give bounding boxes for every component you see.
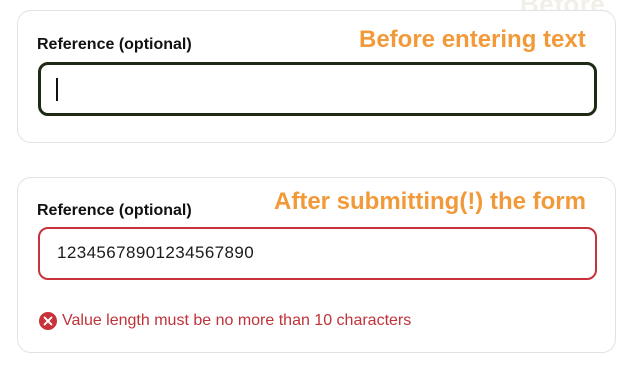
card-after-submitting: Reference (optional) After submitting(!)… [17, 177, 616, 353]
error-text: Value length must be no more than 10 cha… [62, 312, 412, 329]
error-circle-x-icon [39, 312, 57, 330]
validation-error-message: Value length must be no more than 10 cha… [39, 312, 411, 330]
annotation-after-submitting: After submitting(!) the form [274, 188, 586, 215]
annotation-before-entering-text: Before entering text [359, 26, 586, 53]
reference-input-error[interactable]: 12345678901234567890 [38, 227, 597, 280]
text-caret [56, 78, 58, 101]
reference-input-value: 12345678901234567890 [57, 243, 255, 262]
reference-field-label: Reference (optional) [37, 36, 192, 53]
reference-input-focused[interactable] [38, 62, 597, 116]
card-before-entering-text: Reference (optional) Before entering tex… [17, 10, 616, 143]
reference-field-label: Reference (optional) [37, 202, 192, 219]
